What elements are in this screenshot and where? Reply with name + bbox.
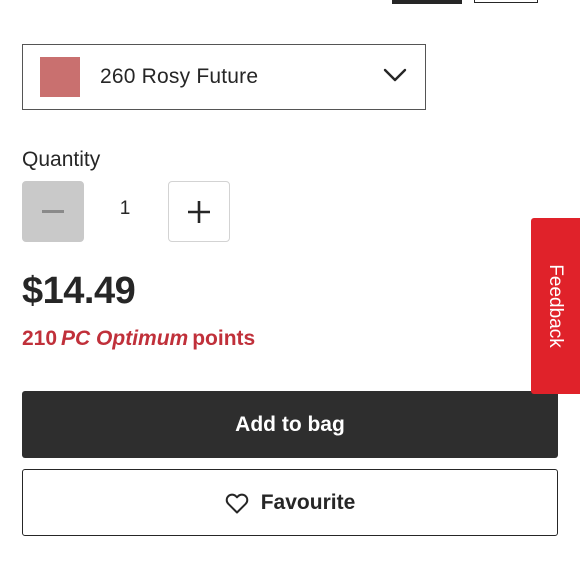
favourite-label: Favourite: [260, 490, 356, 514]
product-purchase-panel: 260 Rosy Future Quantity 1 $14.49 210 PC …: [0, 0, 580, 580]
quantity-label: Quantity: [22, 148, 101, 171]
shade-selected-label: 260 Rosy Future: [100, 65, 259, 88]
points-count: 210: [22, 327, 58, 350]
feedback-tab[interactable]: Feedback: [531, 218, 580, 394]
quantity-decrement-button[interactable]: [22, 181, 84, 242]
feedback-label: Feedback: [545, 264, 566, 348]
heart-icon: [225, 493, 249, 513]
minus-icon: [42, 210, 64, 213]
product-price: $14.49: [22, 270, 136, 312]
quantity-value[interactable]: 1: [100, 198, 150, 220]
quantity-increment-button[interactable]: [168, 181, 230, 242]
chevron-down-icon: [383, 68, 407, 82]
pc-optimum-points: 210 PC Optimum points: [22, 327, 255, 351]
points-suffix: points: [192, 327, 256, 350]
size-option-selected[interactable]: [392, 0, 462, 4]
favourite-button[interactable]: Favourite: [22, 469, 558, 536]
size-option[interactable]: [474, 0, 538, 3]
add-to-bag-label: Add to bag: [235, 412, 345, 436]
shade-selector-dropdown[interactable]: 260 Rosy Future: [22, 44, 426, 110]
add-to-bag-button[interactable]: Add to bag: [22, 391, 558, 458]
shade-swatch: [40, 57, 80, 97]
plus-icon: [188, 200, 210, 223]
points-brand: PC Optimum: [61, 327, 189, 350]
